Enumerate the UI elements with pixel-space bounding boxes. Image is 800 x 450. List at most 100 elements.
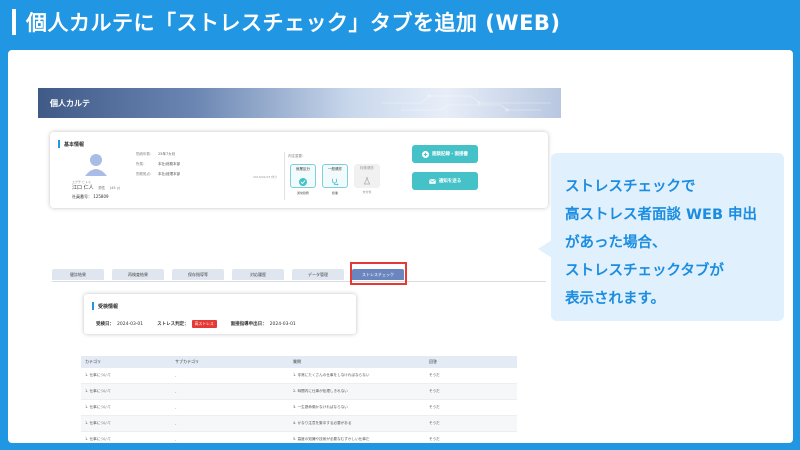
table-cell: - [175, 373, 177, 378]
callout-line: ストレスチェックで [565, 179, 696, 195]
app-screenshot: 個人カルテ 基本情報 エグチ ヒトミ 江口 仁人 男性 (45 y) 社員番号：… [38, 88, 561, 443]
table-cell: そうだ [429, 405, 440, 409]
table-cell: - [175, 389, 177, 394]
table-row: 1. 仕事について - 5. 高度の知識や技術が必要なむずかしい仕事だ そうだ [81, 432, 517, 443]
table-cell: 1. 仕事について [85, 437, 112, 441]
header-answer: 回答 [429, 359, 437, 364]
header-category: カテゴリ [85, 359, 101, 364]
app-title: 個人カルテ [50, 98, 90, 108]
flask-icon [363, 177, 371, 185]
section-mark [58, 140, 60, 148]
table-cell: そうだ [429, 437, 440, 441]
table-row: 1. 仕事について - 3. 一生懸命働かなければならない そうだ [81, 400, 517, 416]
table-cell: 2. 時間内に仕事が処理しきれない [293, 389, 348, 393]
table-cell: 1. 非常にたくさんの仕事をしなければならない [293, 373, 370, 377]
exam-date-label: 受検日： [96, 322, 114, 327]
tab-data-management[interactable]: データ管理 [292, 269, 344, 280]
check-circle-icon [299, 178, 307, 186]
section-mark [92, 302, 94, 310]
basic-info-title-text: 基本情報 [64, 141, 85, 148]
judge-label: 判定重要： [288, 154, 306, 158]
employee-number-label: 社員番号： [72, 194, 92, 199]
exam-info-title-text: 受検情報 [98, 303, 119, 310]
table-row: 1. 仕事について - 1. 非常にたくさんの仕事をしなければならない そうだ [81, 368, 517, 384]
content-frame: 個人カルテ 基本情報 エグチ ヒトミ 江口 仁人 男性 (45 y) 社員番号：… [6, 48, 795, 445]
header-question: 質問 [293, 359, 301, 364]
indicator-status: 未対象 [362, 190, 372, 194]
send-notice-label: 通知を送る [438, 179, 462, 184]
stress-tab-highlight-box [350, 262, 407, 285]
table-cell: 5. 高度の知識や技術が必要なむずかしい仕事だ [293, 437, 370, 441]
table-header: カテゴリ サブカテゴリ 質問 回答 [81, 356, 517, 368]
callout-box: ストレスチェックで 高ストレス者面談 WEB 申出 があった場合、 ストレスチェ… [551, 153, 784, 321]
table-cell: 1. 仕事について [85, 389, 112, 393]
request-date-value: 2024-03-01 [269, 321, 296, 327]
basic-info-card: 基本情報 エグチ ヒトミ 江口 仁人 男性 (45 y) 社員番号： 12580… [50, 132, 548, 208]
table-cell: 3. 一生懸命働かなければならない [293, 405, 348, 409]
info-label: 勤務拠点： [136, 172, 154, 176]
tab-checkup-results[interactable]: 健診結果 [52, 269, 104, 280]
table-cell: 1. 仕事について [85, 405, 112, 409]
person-age: (45 y) [109, 186, 121, 190]
tab-reexam-results[interactable]: 再検査結果 [112, 269, 164, 280]
info-label: 勤続年数： [136, 152, 154, 156]
person-name: 江口 仁人 男性 (45 y) [72, 184, 120, 191]
exam-date-value: 2024-03-01 [117, 321, 144, 327]
tab-bar: 健診結果 再検査結果 保存指導等 対応履歴 データ管理 ストレスチェック [52, 266, 546, 282]
table-body: 1. 仕事について -1. 非常にたくさんの仕事をしなければならない そうだ 1. 仕… [81, 368, 517, 443]
callout-line: があった場合、 [565, 235, 667, 251]
info-value: 本社/経理本部 [158, 172, 181, 176]
indicator-status: 通常勤務 [296, 191, 309, 195]
table-cell: - [175, 405, 177, 410]
table-cell: 4. かなり注意を集中する必要がある [293, 421, 352, 425]
indicator-title: 就業区分 [296, 167, 310, 171]
indicator-general-checkup[interactable]: 一般健診 終業 [322, 164, 348, 195]
table-row: 1. 仕事について - 4. かなり注意を集中する必要がある そうだ [81, 416, 517, 432]
indicator-title: 特殊健診 [360, 166, 374, 170]
table-cell: - [175, 437, 177, 442]
info-row: 勤続年数： 25年7カ月 [136, 152, 180, 157]
slide-title-text: 個人カルテに「ストレスチェック」タブを追加 (WEB) [26, 11, 561, 35]
mail-icon [428, 178, 436, 184]
header-subcategory: サブカテゴリ [175, 359, 199, 364]
plus-circle-icon [422, 150, 429, 158]
exam-info-row: 受検日： 2024-03-01 ストレス判定： 高ストレス 面接指導申出日： 2… [96, 320, 310, 328]
record-date: 2019/02/23 休り [253, 175, 278, 179]
table-cell: 1. 仕事について [85, 373, 112, 377]
employee-number-value: 125809 [93, 194, 109, 199]
info-row: 勤務拠点： 本社/経理本部 [136, 172, 180, 177]
employee-number: 社員番号： 125809 [72, 194, 109, 200]
tab-response-history[interactable]: 対応履歴 [232, 269, 284, 280]
stethoscope-icon [332, 178, 339, 186]
indicator-status: 終業 [331, 191, 338, 195]
high-stress-badge: 高ストレス [191, 320, 217, 328]
callout-line: 表示されます。 [565, 291, 666, 307]
table-cell: 1. 仕事について [85, 421, 112, 425]
basic-info-rows: 勤続年数： 25年7カ月 所属： 本社/総務本部 勤務拠点： 本社/経理本部 [136, 152, 180, 182]
indicator-employment[interactable]: 就業区分 通常勤務 [290, 164, 316, 195]
table-cell: そうだ [429, 389, 440, 393]
stress-judge-label: ストレス判定： [157, 322, 189, 327]
circuit-decoration-icon [381, 94, 551, 112]
indicator-special-checkup[interactable]: 特殊健診 未対象 [354, 164, 380, 194]
slide-title: 個人カルテに「ストレスチェック」タブを追加 (WEB) [0, 0, 800, 44]
interview-record-label: 面談記録・面接書 [432, 152, 468, 157]
info-row: 所属： 本社/総務本部 [136, 162, 180, 167]
exam-info-title: 受検情報 [92, 302, 118, 310]
callout-line: 高ストレス者面談 WEB 申出 [565, 207, 758, 223]
divider [284, 152, 285, 200]
info-value: 本社/総務本部 [158, 162, 181, 166]
table-cell: そうだ [429, 421, 440, 425]
info-label: 所属： [136, 162, 147, 166]
table-cell: - [175, 421, 177, 426]
interview-record-button[interactable]: 面談記録・面接書 [412, 145, 478, 163]
tab-health-guidance[interactable]: 保存指導等 [172, 269, 224, 280]
exam-info-card: 受検情報 受検日： 2024-03-01 ストレス判定： 高ストレス 面接指導申… [84, 294, 356, 334]
table-cell: そうだ [429, 373, 440, 377]
callout-line: ストレスチェックタブが [565, 263, 724, 279]
app-header: 個人カルテ [38, 88, 561, 118]
table-row: 1. 仕事について - 2. 時間内に仕事が処理しきれない そうだ [81, 384, 517, 400]
basic-info-title: 基本情報 [58, 140, 84, 148]
send-notice-button[interactable]: 通知を送る [412, 172, 478, 190]
title-bar-mark [12, 9, 16, 35]
